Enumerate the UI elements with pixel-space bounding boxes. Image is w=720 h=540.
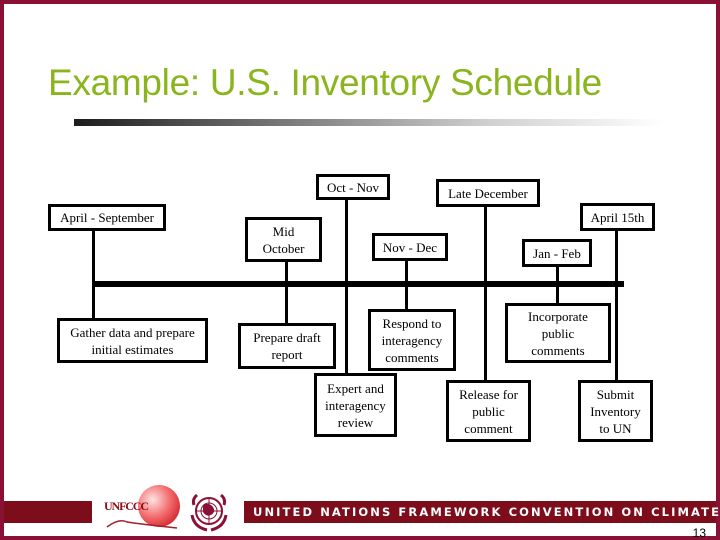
stem-oct-nov-up bbox=[345, 196, 348, 284]
unfccc-wordmark: UNFCCC bbox=[104, 499, 149, 513]
date-box-mid-october: Mid October bbox=[245, 217, 322, 262]
stem-jan-feb-up bbox=[556, 266, 559, 284]
un-emblem-logo bbox=[190, 493, 228, 532]
activity-box-release-public: Release for public comment bbox=[446, 380, 531, 442]
stem-oct-nov-down bbox=[345, 284, 348, 376]
page-number: 13 bbox=[692, 526, 706, 540]
stem-nov-dec-up bbox=[405, 259, 408, 284]
date-box-april-15th: April 15th bbox=[580, 203, 655, 231]
title-underline-gradient bbox=[74, 119, 664, 126]
date-box-late-december: Late December bbox=[436, 179, 540, 207]
footer-band-left bbox=[4, 501, 92, 523]
stem-late-december-up bbox=[484, 202, 487, 284]
stem-late-december-down bbox=[484, 284, 487, 382]
slide-title: Example: U.S. Inventory Schedule bbox=[48, 62, 602, 103]
footer-banner-text: UNITED NATIONS FRAMEWORK CONVENTION ON C… bbox=[253, 505, 720, 519]
activity-box-gather-data: Gather data and prepare initial estimate… bbox=[57, 318, 208, 363]
stem-april-15th-down bbox=[615, 284, 618, 382]
date-box-oct-nov: Oct - Nov bbox=[316, 174, 390, 200]
stem-mid-october-down bbox=[285, 284, 288, 326]
timeline-axis bbox=[94, 281, 624, 287]
activity-box-prepare-draft: Prepare draft report bbox=[238, 323, 336, 369]
stem-april-15th-up bbox=[615, 228, 618, 284]
activity-box-expert-review: Expert and interagency review bbox=[314, 373, 397, 437]
date-box-nov-dec: Nov - Dec bbox=[372, 233, 448, 261]
date-box-april-september: April - September bbox=[48, 204, 166, 231]
stem-nov-dec-down bbox=[405, 284, 408, 312]
slide: Example: U.S. Inventory Schedule April -… bbox=[4, 4, 720, 540]
stem-april-september-down bbox=[92, 284, 95, 322]
date-box-jan-feb: Jan - Feb bbox=[522, 239, 592, 267]
activity-box-submit-inventory: Submit Inventory to UN bbox=[578, 380, 653, 442]
activity-box-incorporate-public: Incorporate public comments bbox=[505, 303, 611, 363]
activity-box-respond-comments: Respond to interagency comments bbox=[368, 309, 456, 371]
stem-april-september-up bbox=[92, 224, 95, 284]
